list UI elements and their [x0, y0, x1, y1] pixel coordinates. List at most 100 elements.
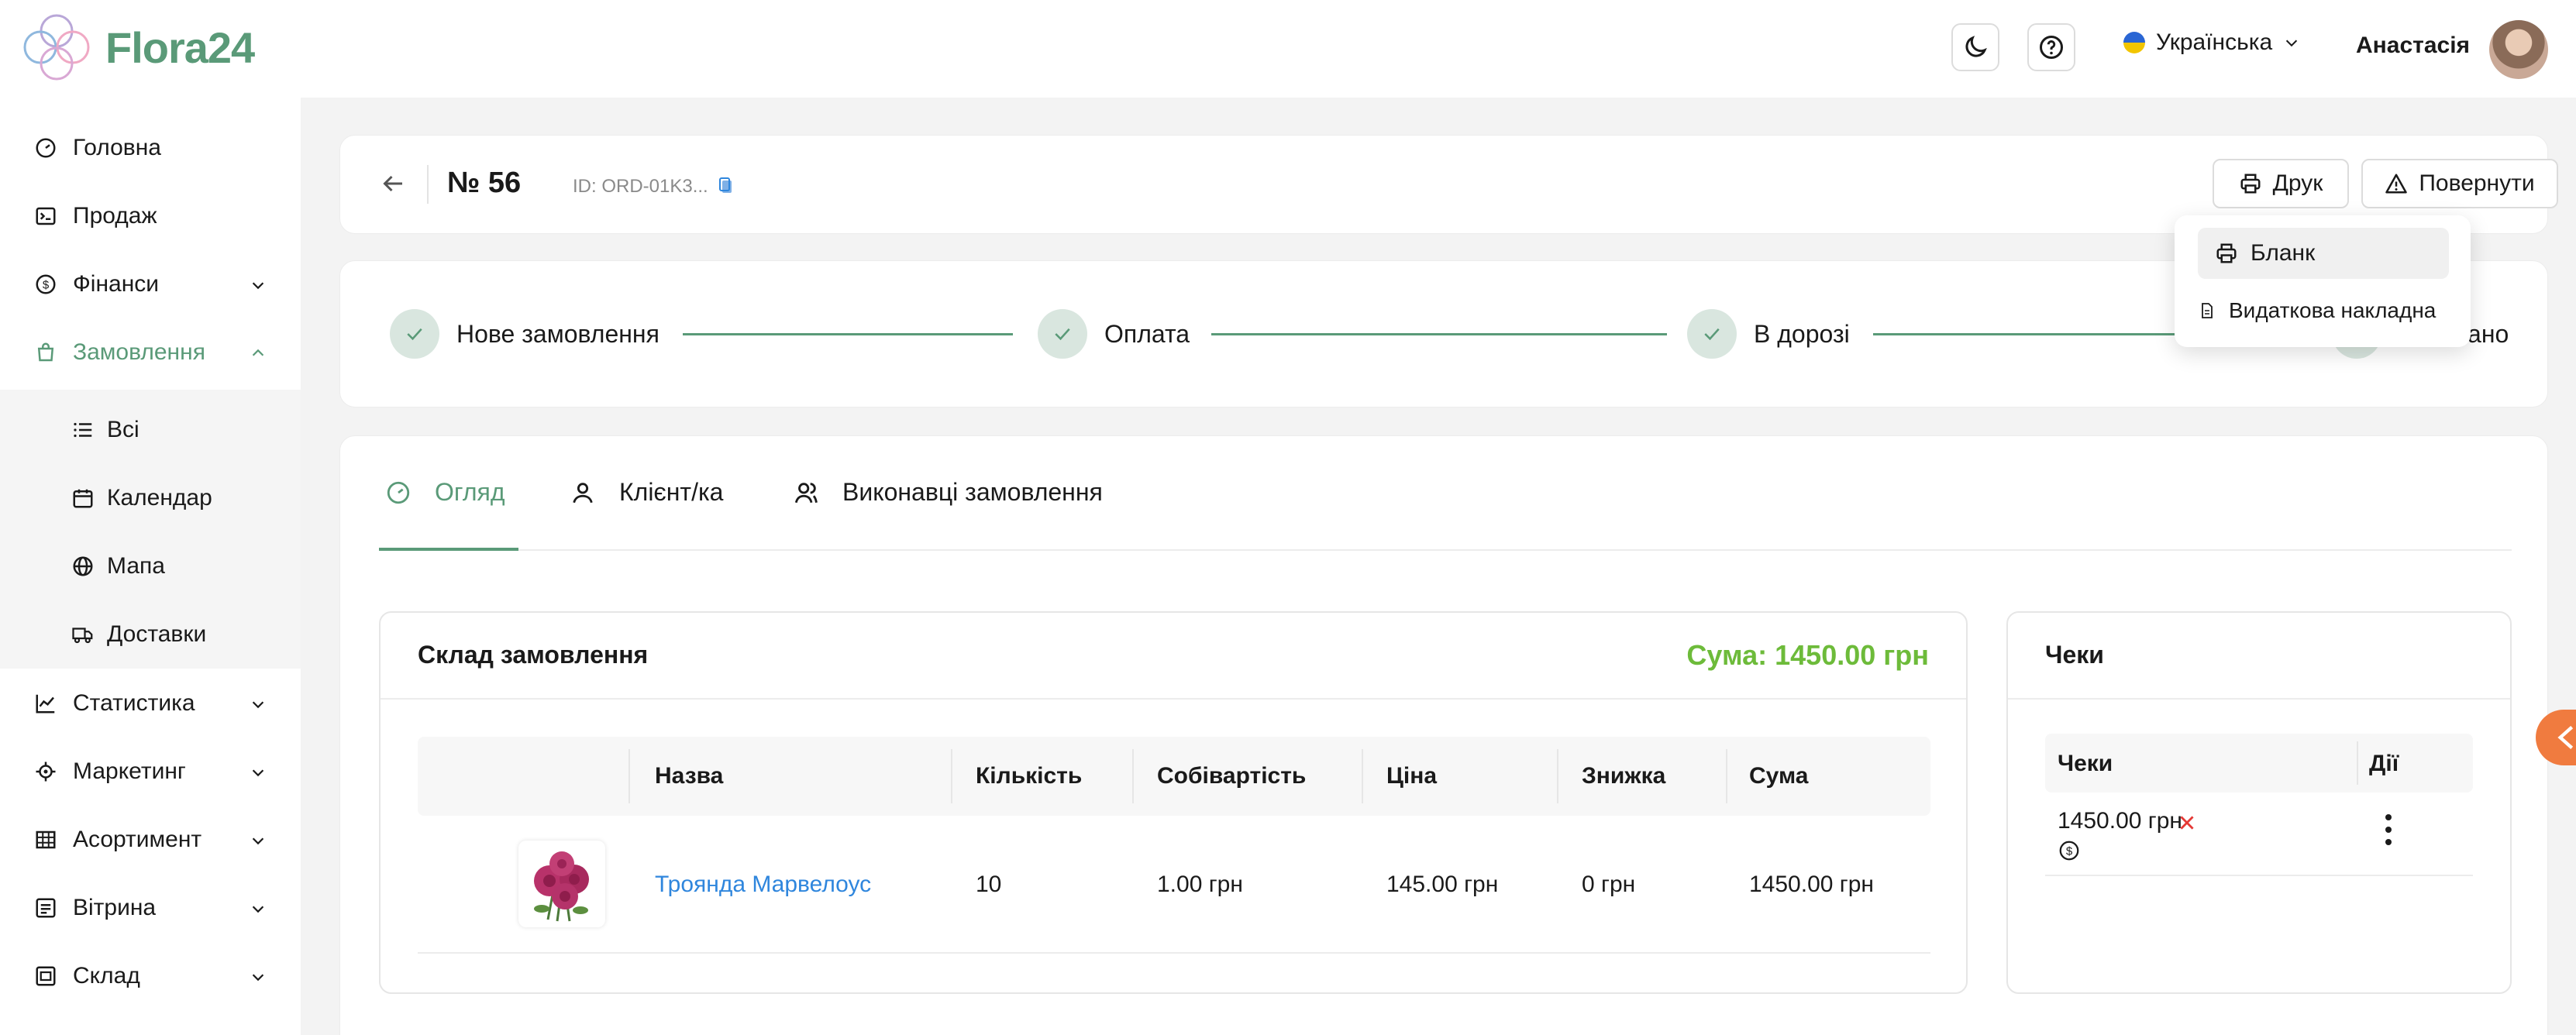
- product-discount: 0 грн: [1582, 872, 1636, 897]
- rose-bouquet-icon: [534, 851, 589, 922]
- column-divider: [629, 749, 630, 803]
- terminal-icon: [34, 205, 57, 228]
- sidebar-item-label: Вітрина: [73, 895, 157, 920]
- chevron-down-icon: [252, 769, 264, 777]
- check-icon: [1687, 309, 1737, 359]
- sidebar-item-label: Продаж: [73, 203, 157, 229]
- menu-item-invoice[interactable]: Видаткова накладна: [2198, 285, 2449, 336]
- sidebar-item-deliveries[interactable]: Доставки: [0, 600, 301, 669]
- printer-icon: [2240, 174, 2261, 194]
- truck-icon: [71, 623, 95, 646]
- receipts-title: Чеки: [2045, 641, 2104, 669]
- step-payment: Оплата: [1038, 309, 1190, 359]
- tab-label: Огляд: [435, 478, 505, 506]
- order-composition-panel: Склад замовлення Сума: 1450.00 грн Назва…: [379, 611, 1968, 994]
- column-divider: [1726, 749, 1727, 803]
- product-image: [518, 841, 605, 927]
- theme-toggle-button[interactable]: [1951, 23, 1999, 71]
- chevron-down-icon: [252, 906, 264, 913]
- document-icon: [2202, 303, 2213, 318]
- step-connector: [1873, 333, 2183, 335]
- sidebar-item-map[interactable]: Мапа: [0, 532, 301, 600]
- check-icon: [390, 309, 439, 359]
- sidebar-item-sales[interactable]: Продаж: [0, 182, 301, 250]
- sidebar-item-label: Мапа: [107, 553, 165, 579]
- print-label: Друк: [2272, 170, 2323, 196]
- sidebar-item-calendar[interactable]: Календар: [0, 464, 301, 532]
- divider: [2008, 698, 2510, 700]
- ukraine-flag-icon: [2123, 32, 2145, 53]
- svg-text:$: $: [43, 279, 50, 292]
- sidebar-item-assortment[interactable]: Асортимент: [0, 806, 301, 874]
- receipts-panel: Чеки Чеки Дії 1450.00 грн $: [2006, 611, 2512, 994]
- sidebar-item-orders[interactable]: Замовлення: [0, 318, 301, 387]
- sidebar-item-warehouse[interactable]: Склад: [0, 942, 301, 1010]
- menu-item-blank[interactable]: Бланк: [2198, 228, 2449, 279]
- user-icon: [573, 482, 593, 503]
- copy-icon[interactable]: [717, 176, 735, 196]
- sidebar-item-orders-all[interactable]: Всі: [0, 396, 301, 464]
- table-row: Троянда Марвелоус 10 1.00 грн 145.00 грн…: [418, 816, 1930, 954]
- receipt-row: 1450.00 грн $: [2045, 793, 2473, 876]
- arrow-left-icon[interactable]: [379, 170, 407, 198]
- print-button[interactable]: Друк: [2213, 159, 2349, 208]
- more-vertical-icon[interactable]: [2383, 813, 2394, 847]
- sidebar: Головна Продаж $ Фінанси Замовлення Всі …: [0, 98, 301, 1035]
- product-name-link[interactable]: Троянда Марвелоус: [655, 872, 871, 898]
- column-header: Сума: [1749, 763, 1809, 789]
- dashboard-icon: [34, 136, 57, 160]
- close-icon[interactable]: [2177, 813, 2197, 833]
- avatar[interactable]: [2489, 20, 2548, 79]
- column-header: Ціна: [1386, 763, 1438, 789]
- dollar-icon: $: [34, 273, 57, 296]
- sidebar-item-label: Фінанси: [73, 271, 160, 297]
- sidebar-item-label: Склад: [73, 963, 140, 989]
- step-label: Оплата: [1104, 319, 1190, 348]
- user-name[interactable]: Анастасія: [2356, 33, 2470, 59]
- sidebar-item-statistics[interactable]: Статистика: [0, 669, 301, 738]
- language-label: Українська: [2156, 29, 2273, 55]
- column-divider: [1132, 749, 1134, 803]
- column-header: Чеки: [2058, 751, 2113, 776]
- sidebar-item-label: Асортимент: [73, 827, 202, 852]
- dollar-icon: $: [2059, 841, 2079, 861]
- warning-icon: [2385, 174, 2408, 194]
- order-id: ID: ORD-01K3...: [573, 176, 708, 197]
- return-button[interactable]: Повернути: [2361, 159, 2558, 208]
- return-label: Повернути: [2419, 170, 2535, 196]
- tab-executors[interactable]: Виконавці замовлення: [793, 478, 1103, 507]
- orders-submenu: Всі Календар Мапа Доставки: [0, 390, 301, 669]
- active-tab-indicator: [379, 548, 518, 551]
- column-divider: [1362, 749, 1363, 803]
- sidebar-item-label: Замовлення: [73, 339, 205, 365]
- product-cost: 1.00 грн: [1157, 872, 1243, 897]
- sidebar-item-showcase[interactable]: Вітрина: [0, 874, 301, 942]
- tab-overview[interactable]: Огляд: [385, 478, 505, 507]
- sidebar-item-home[interactable]: Головна: [0, 114, 301, 182]
- flower-logo-icon: [23, 14, 90, 81]
- menu-item-label: Бланк: [2251, 240, 2316, 266]
- target-icon: [34, 760, 57, 783]
- column-divider: [1557, 749, 1558, 803]
- sidebar-item-marketing[interactable]: Маркетинг: [0, 738, 301, 806]
- column-header: Назва: [655, 763, 724, 789]
- sidebar-item-label: Маркетинг: [73, 758, 186, 784]
- order-content: Огляд Клієнт/ка Виконавці замовлення Скл…: [339, 435, 2548, 1035]
- sidebar-item-finance[interactable]: $ Фінанси: [0, 250, 301, 318]
- composition-title: Склад замовлення: [418, 641, 649, 669]
- warehouse-icon: [34, 965, 57, 988]
- users-icon: [794, 482, 818, 503]
- sidebar-item-label: Доставки: [107, 621, 207, 647]
- bag-icon: [34, 341, 57, 364]
- order-number: № 56: [447, 167, 522, 199]
- dashboard-icon: [387, 481, 410, 504]
- tab-client[interactable]: Клієнт/ка: [570, 478, 723, 507]
- list-icon: [71, 418, 95, 442]
- language-selector[interactable]: Українська: [2123, 29, 2300, 56]
- chevron-down-icon: [252, 701, 264, 709]
- composition-total: Сума: 1450.00 грн: [1686, 639, 1929, 671]
- brand-logo[interactable]: Flora24: [15, 6, 255, 88]
- help-button[interactable]: [2027, 23, 2075, 71]
- step-connector: [683, 333, 1013, 335]
- chevron-up-icon: [252, 349, 264, 356]
